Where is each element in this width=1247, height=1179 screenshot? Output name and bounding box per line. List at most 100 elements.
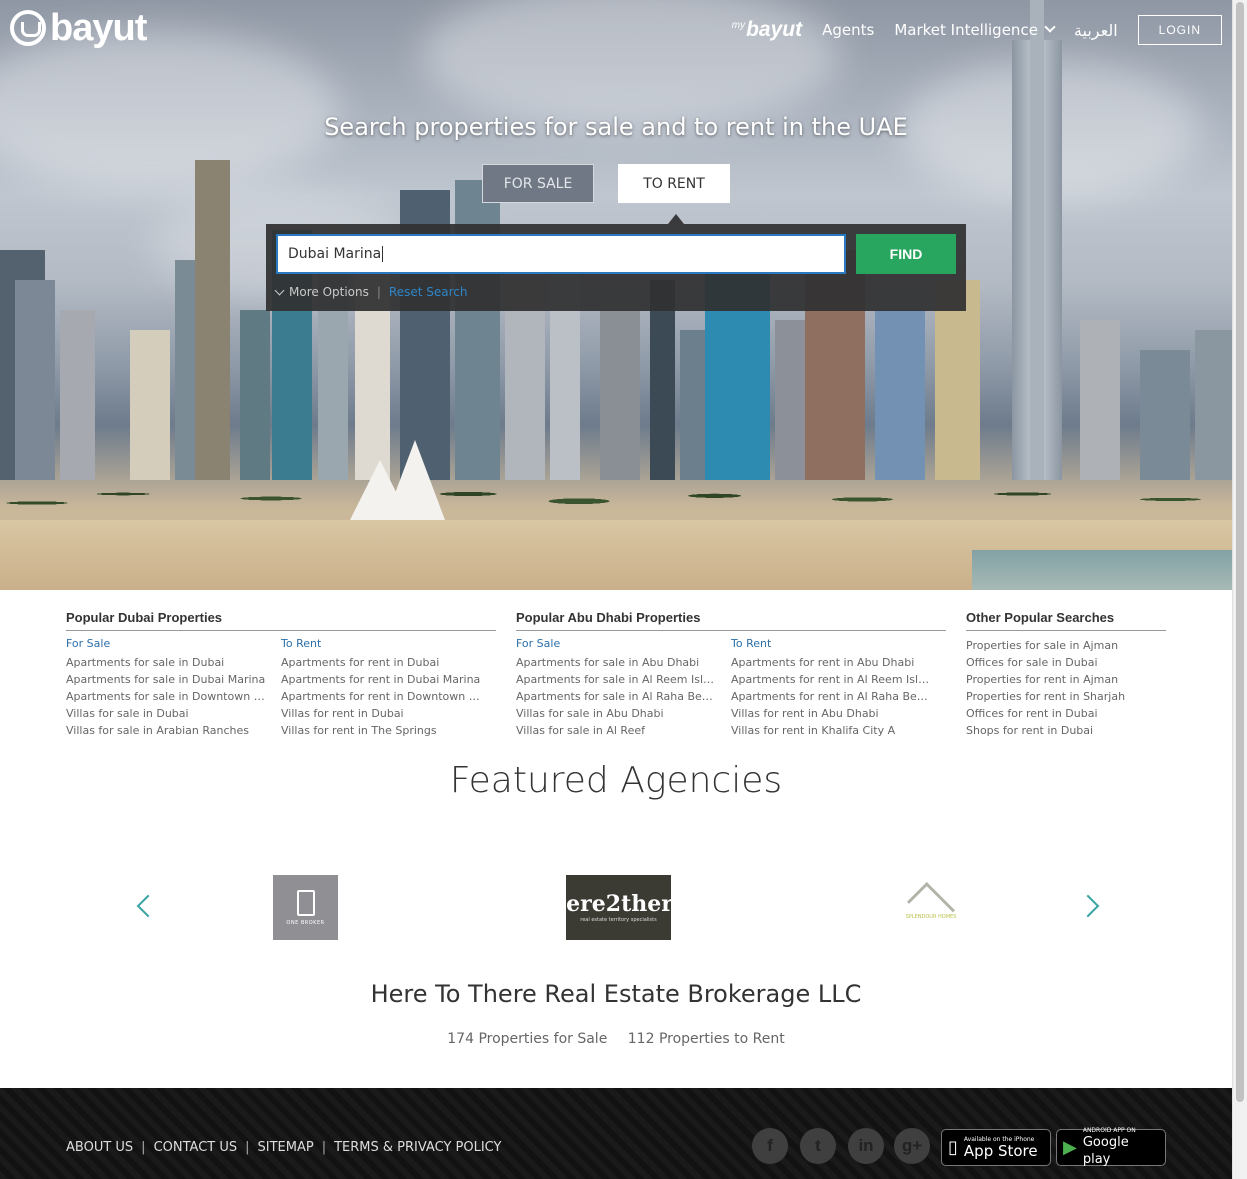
other-search-link[interactable]: Offices for rent in Dubai: [966, 705, 1166, 722]
nav-agents[interactable]: Agents: [822, 21, 874, 39]
other-search-link[interactable]: Properties for rent in Ajman: [966, 671, 1166, 688]
popular-dubai-title: Popular Dubai Properties: [66, 610, 496, 631]
one-broker-logo-text: ONE BROKER: [286, 919, 325, 926]
bayut-logo-icon: [10, 10, 46, 46]
nav-market-intelligence[interactable]: Market Intelligence: [894, 21, 1056, 39]
featured-agency-name[interactable]: Here To There Real Estate Brokerage LLC: [0, 980, 1232, 1008]
other-search-link[interactable]: Properties for sale in Ajman: [966, 637, 1166, 654]
twitter-icon[interactable]: t: [800, 1128, 836, 1164]
linkedin-icon[interactable]: in: [848, 1128, 884, 1164]
more-options-link[interactable]: More Options: [289, 285, 369, 299]
popular-abudhabi-title: Popular Abu Dhabi Properties: [516, 610, 946, 631]
abudhabi-sale-link[interactable]: Villas for sale in Abu Dhabi: [516, 705, 716, 722]
other-search-link[interactable]: Properties for rent in Sharjah: [966, 688, 1166, 705]
abudhabi-sale-link[interactable]: Apartments for sale in Al Raha Beach: [516, 688, 716, 705]
agency-logo-one-broker[interactable]: ONE BROKER: [273, 875, 338, 940]
google-play-badge[interactable]: ▶ ANDROID APP ON Google play: [1056, 1127, 1166, 1167]
footer-links: ABOUT US | CONTACT US | SITEMAP | TERMS …: [66, 1140, 501, 1155]
other-searches-title: Other Popular Searches: [966, 610, 1166, 631]
search-input-value: Dubai Marina: [288, 246, 382, 262]
other-searches-section: Other Popular Searches Properties for sa…: [966, 610, 1166, 739]
chevron-down-icon: [1044, 21, 1056, 33]
google-play-top-text: ANDROID APP ON: [1082, 1127, 1136, 1134]
popular-abudhabi-section: Popular Abu Dhabi Properties For Sale Ap…: [516, 610, 946, 739]
login-button[interactable]: LOGIN: [1137, 15, 1222, 45]
agency-logo-here2there[interactable]: here2there real estate territory special…: [550, 875, 687, 940]
footer-terms-link[interactable]: TERMS & PRIVACY POLICY: [334, 1140, 501, 1155]
footer-contact-link[interactable]: CONTACT US: [154, 1140, 238, 1155]
abudhabi-sale-link[interactable]: Apartments for sale in Al Reem Island: [516, 671, 716, 688]
abudhabi-rent-link[interactable]: Apartments for rent in Al Reem Island: [731, 671, 931, 688]
carousel-next-icon[interactable]: [1076, 894, 1100, 918]
dubai-rent-link[interactable]: Apartments for rent in Downtown Du...: [281, 688, 481, 705]
google-plus-icon[interactable]: g+: [894, 1128, 930, 1164]
dubai-rent-link[interactable]: Villas for rent in Dubai: [281, 705, 481, 722]
logo-text: bayut: [50, 7, 147, 49]
dubai-rent-link[interactable]: Villas for rent in The Springs: [281, 722, 481, 739]
find-button[interactable]: FIND: [856, 234, 956, 274]
agency-logo-splendour-homes[interactable]: SPLENDOUR HOMES: [900, 880, 962, 931]
site-footer: ABOUT US | CONTACT US | SITEMAP | TERMS …: [0, 1088, 1232, 1179]
abudhabi-rent-link[interactable]: Villas for rent in Abu Dhabi: [731, 705, 931, 722]
popular-dubai-section: Popular Dubai Properties For Sale Apartm…: [66, 610, 496, 739]
search-panel: Dubai Marina FIND More Options | Reset S…: [266, 224, 966, 311]
scrollbar-thumb[interactable]: [1236, 2, 1244, 1102]
dubai-rent-link[interactable]: Apartments for rent in Dubai: [281, 654, 481, 671]
text-caret: [382, 246, 384, 262]
abudhabi-sale-link[interactable]: Apartments for sale in Abu Dhabi: [516, 654, 716, 671]
iphone-icon: ▯: [948, 1137, 958, 1158]
abudhabi-rent-header[interactable]: To Rent: [731, 637, 946, 651]
abudhabi-rent-link[interactable]: Villas for rent in Khalifa City A: [731, 722, 931, 739]
abudhabi-sale-header[interactable]: For Sale: [516, 637, 731, 651]
carousel-prev-icon[interactable]: [136, 894, 160, 918]
agency-sale-count-link[interactable]: 174 Properties for Sale: [447, 1031, 607, 1047]
dubai-sale-link[interactable]: Apartments for sale in Downtown Du...: [66, 688, 266, 705]
play-triangle-icon: ▶: [1063, 1137, 1077, 1158]
bayut-logo[interactable]: bayut: [10, 7, 147, 49]
location-search-input[interactable]: Dubai Marina: [276, 234, 846, 274]
dubai-sale-link[interactable]: Villas for sale in Dubai: [66, 705, 266, 722]
featured-agencies-title: Featured Agencies: [449, 760, 783, 801]
house-roof-icon: [906, 881, 956, 931]
mybayut-text: bayut: [746, 18, 803, 41]
nav-arabic[interactable]: العربية: [1074, 21, 1118, 40]
footer-separator: |: [321, 1140, 327, 1155]
abudhabi-rent-link[interactable]: Apartments for rent in Abu Dhabi: [731, 654, 931, 671]
google-play-main-text: Google play: [1082, 1135, 1129, 1167]
here2there-logo-subtext: real estate territory specialists: [580, 916, 657, 923]
abudhabi-sale-link[interactable]: Villas for sale in Al Reef: [516, 722, 716, 739]
reset-search-link[interactable]: Reset Search: [389, 285, 468, 299]
chevron-down-icon: [274, 285, 285, 295]
tab-to-rent[interactable]: TO RENT: [618, 164, 730, 224]
abudhabi-rent-link[interactable]: Apartments for rent in Al Raha Beach: [731, 688, 931, 705]
footer-separator: |: [141, 1140, 146, 1155]
footer-sitemap-link[interactable]: SITEMAP: [258, 1140, 314, 1155]
other-search-link[interactable]: Shops for rent in Dubai: [966, 722, 1166, 739]
footer-separator: |: [245, 1140, 250, 1155]
search-options: More Options | Reset Search: [274, 285, 468, 299]
tab-for-sale[interactable]: FOR SALE: [482, 164, 594, 203]
page-scrollbar[interactable]: [1232, 0, 1247, 1179]
facebook-icon[interactable]: f: [752, 1128, 788, 1164]
here2there-logo-text: here2there: [550, 890, 687, 917]
mybayut-link[interactable]: my bayut: [732, 18, 802, 42]
agency-rent-count-link[interactable]: 112 Properties to Rent: [628, 1031, 785, 1047]
hero-tagline: Search properties for sale and to rent i…: [324, 113, 908, 141]
main-nav: my bayut Agents Market Intelligence العر…: [712, 15, 1222, 45]
other-search-link[interactable]: Offices for sale in Dubai: [966, 654, 1166, 671]
nav-market-intelligence-label: Market Intelligence: [894, 21, 1038, 39]
app-store-badge[interactable]: ▯ Available on the iPhone App Store: [941, 1129, 1051, 1166]
options-separator: |: [376, 285, 381, 299]
footer-about-link[interactable]: ABOUT US: [66, 1140, 133, 1155]
purpose-tabs: FOR SALE TO RENT: [482, 164, 730, 224]
mybayut-prefix: my: [731, 20, 746, 31]
dubai-sale-link[interactable]: Apartments for sale in Dubai Marina: [66, 671, 266, 688]
app-store-main-text: App Store: [963, 1141, 1038, 1160]
one-broker-mark-icon: [296, 889, 315, 916]
dubai-sale-header[interactable]: For Sale: [66, 637, 281, 651]
agency-property-counts: 174 Properties for Sale 112 Properties t…: [0, 1031, 1232, 1047]
dubai-sale-link[interactable]: Villas for sale in Arabian Ranches: [66, 722, 266, 739]
dubai-rent-header[interactable]: To Rent: [281, 637, 496, 651]
dubai-rent-link[interactable]: Apartments for rent in Dubai Marina: [281, 671, 481, 688]
dubai-sale-link[interactable]: Apartments for sale in Dubai: [66, 654, 266, 671]
